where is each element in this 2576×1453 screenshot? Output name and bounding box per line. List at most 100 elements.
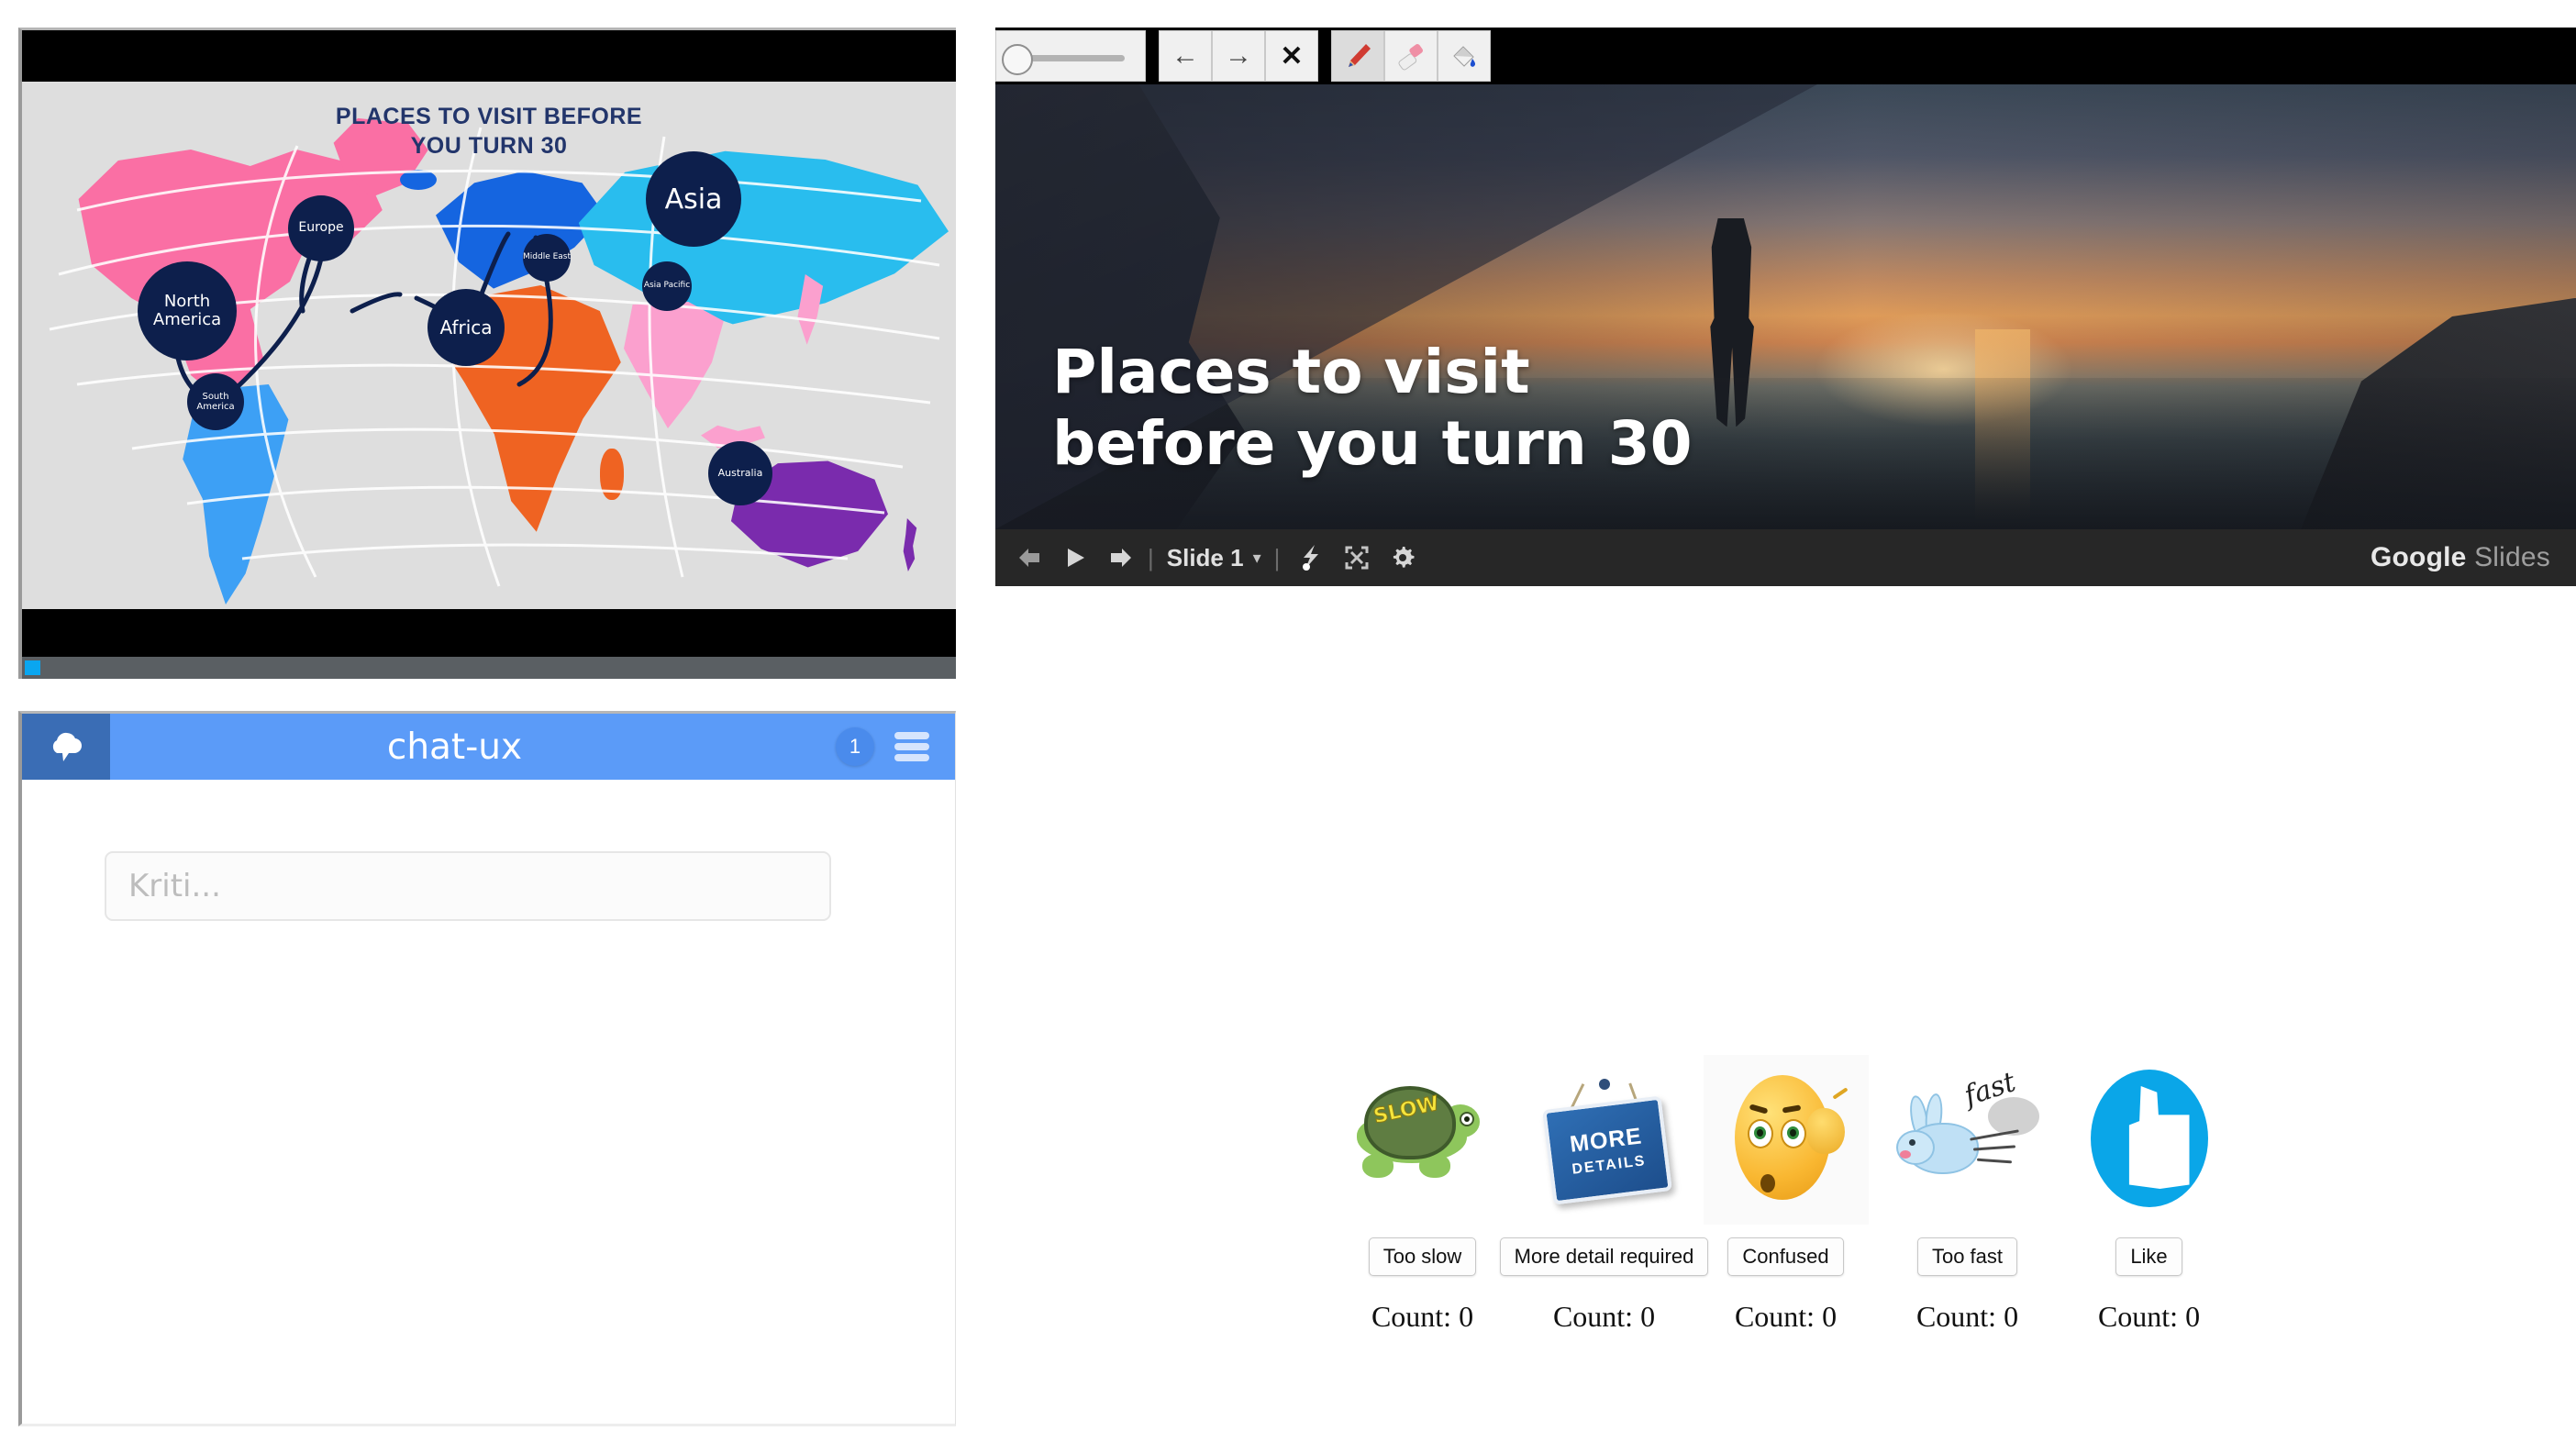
reaction-item-more-detail: MORE DETAILS More detail required Count:… [1499, 1055, 1709, 1334]
hamburger-bar [894, 743, 929, 750]
map-node-label: South America [196, 392, 235, 412]
slide-number-label[interactable]: Slide 1 [1167, 544, 1244, 572]
chat-message-input[interactable] [105, 851, 831, 921]
map-node-middle-east: Middle East [523, 234, 571, 282]
map-node-south-america: South America [187, 373, 244, 430]
thumbnail-scrollbar[interactable] [22, 657, 956, 679]
rabbit-nose [1899, 1150, 1911, 1159]
map-node-north-america: North America [138, 261, 237, 360]
map-node-label: North America [152, 292, 222, 329]
map-node-africa: Africa [427, 289, 505, 366]
left-column: North America South America Europe Afric… [0, 0, 959, 1453]
chat-title: chat-ux [386, 726, 523, 768]
reaction-bar: SLOW Too slow Count: 0 MORE DETAILS More… [995, 1055, 2576, 1334]
hamburger-bar [894, 732, 929, 739]
like-button[interactable]: Like [2115, 1237, 2182, 1276]
confused-emoji-icon[interactable] [1703, 1055, 1869, 1225]
reaction-item-too-slow: SLOW Too slow Count: 0 [1340, 1055, 1505, 1334]
map-node-europe: Europe [288, 195, 354, 261]
toolbar-gap [1318, 30, 1331, 82]
control-separator: | [1148, 543, 1154, 571]
too-fast-count: Count: 0 [1915, 1300, 2019, 1333]
fullscreen-glyph [1345, 546, 1369, 570]
more-details-sign-icon[interactable]: MORE DETAILS [1522, 1055, 1687, 1225]
reaction-item-too-fast: fast Too fast Count: 0 [1885, 1055, 2050, 1334]
fast-rabbit-icon[interactable]: fast [1885, 1055, 2050, 1225]
rabbit-head [1895, 1130, 1935, 1165]
hamburger-bar [894, 754, 929, 761]
speed-line [1972, 1145, 2015, 1151]
toolbar-gap [1146, 30, 1159, 82]
like-count: Count: 0 [2097, 1300, 2201, 1333]
google-slides-logo: Google Slides [2371, 542, 2550, 573]
brush-size-slider[interactable] [995, 30, 1146, 82]
laser-pointer-icon[interactable] [1298, 544, 1324, 571]
more-detail-required-count: Count: 0 [1552, 1300, 1656, 1333]
emoji-eye [1780, 1119, 1806, 1148]
brand-slides: Slides [2474, 542, 2550, 572]
fill-tool-button[interactable] [1438, 30, 1491, 82]
map-node-label: Asia Pacific [643, 281, 691, 291]
previous-slide-icon[interactable] [1016, 546, 1043, 570]
slide-title: Places to visit before you turn 30 [1052, 337, 1693, 480]
turtle-foot [1361, 1154, 1393, 1178]
map-node-asia-pacific: Asia Pacific [642, 261, 692, 311]
too-slow-button[interactable]: Too slow [1368, 1237, 1477, 1276]
gear-icon[interactable] [1390, 545, 1416, 571]
right-column: ← → ✕ Places to visit before you turn 30… [995, 0, 2576, 1453]
emoji-mouth [1760, 1174, 1775, 1192]
control-separator: | [1273, 543, 1281, 571]
thumbnail-bottom-letterbox [22, 609, 956, 657]
reaction-item-confused: Confused Count: 0 [1703, 1055, 1869, 1334]
rabbit-eye [1908, 1139, 1915, 1146]
pen-tool-button[interactable] [1331, 30, 1384, 82]
thumbnail-slide-canvas: North America South America Europe Afric… [22, 82, 956, 612]
play-icon[interactable] [1063, 546, 1087, 570]
emoji-scratch-line [1831, 1087, 1849, 1100]
thumbnail-slide-title: PLACES TO VISIT BEFORE YOU TURN 30 [22, 102, 956, 161]
too-slow-count: Count: 0 [1371, 1300, 1474, 1333]
sign-hook [1598, 1079, 1610, 1090]
presentation-stage[interactable]: Places to visit before you turn 30 [995, 84, 2576, 529]
turtle-slow-icon[interactable]: SLOW [1340, 1055, 1505, 1225]
emoji-eye [1747, 1119, 1773, 1148]
chat-body [22, 780, 955, 1424]
more-detail-required-button[interactable]: More detail required [1499, 1237, 1709, 1276]
paint-bucket-icon [1453, 46, 1476, 67]
map-node-label: Africa [439, 316, 493, 338]
thumbnail-top-letterbox [22, 30, 956, 82]
gear-glyph [1393, 547, 1415, 568]
map-node-label: Middle East [523, 252, 572, 262]
next-slide-icon[interactable] [1107, 546, 1135, 570]
undo-button[interactable]: ← [1159, 30, 1212, 82]
reaction-item-like: Like Count: 0 [2067, 1055, 2232, 1334]
sign-board: MORE DETAILS [1541, 1095, 1672, 1205]
pen-icon [1349, 44, 1371, 67]
redo-button[interactable]: → [1212, 30, 1265, 82]
chat-unread-badge[interactable]: 1 [836, 727, 874, 766]
drawing-toolbar: ← → ✕ [995, 28, 2576, 84]
slide-thumbnail-window[interactable]: North America South America Europe Afric… [18, 28, 956, 679]
map-node-label: Europe [298, 220, 344, 236]
confused-button[interactable]: Confused [1727, 1237, 1844, 1276]
thumbnail-scrollbar-thumb[interactable] [25, 660, 40, 675]
slider-knob[interactable] [1002, 44, 1033, 75]
chat-header: chat-ux 1 [22, 714, 955, 780]
laser-bolt-glyph [1303, 545, 1319, 571]
fullscreen-icon[interactable] [1344, 545, 1370, 571]
previous-arrow-glyph [1019, 549, 1039, 567]
too-fast-button[interactable]: Too fast [1916, 1237, 2018, 1276]
map-node-label: Australia [717, 466, 763, 479]
chat-panel: chat-ux 1 [18, 711, 956, 1426]
close-button[interactable]: ✕ [1265, 30, 1318, 82]
thumbs-up-icon[interactable] [2067, 1055, 2232, 1225]
speed-line [1976, 1158, 2012, 1164]
confused-count: Count: 0 [1734, 1300, 1838, 1333]
thumbnail-title-line-2: YOU TURN 30 [410, 133, 568, 159]
chevron-down-icon[interactable]: ▾ [1253, 549, 1261, 568]
map-node-label: Asia [664, 183, 723, 216]
emoji-hand [1805, 1108, 1845, 1154]
play-glyph [1068, 549, 1084, 567]
hamburger-menu-icon[interactable] [894, 732, 929, 761]
eraser-tool-button[interactable] [1384, 30, 1438, 82]
